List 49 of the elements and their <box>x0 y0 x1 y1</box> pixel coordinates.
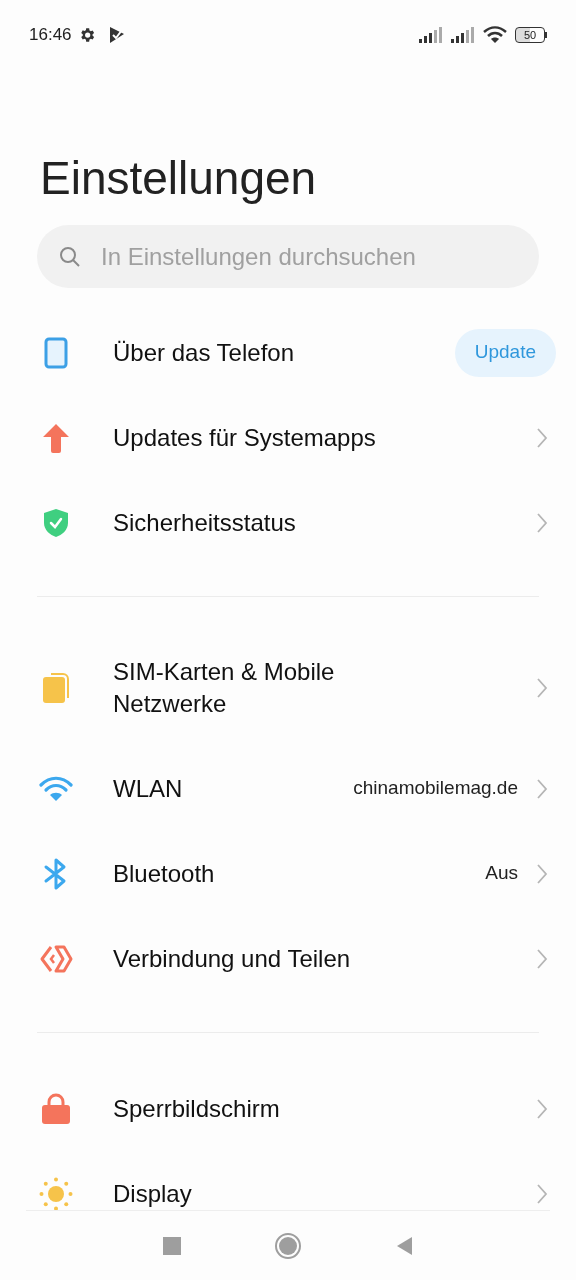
chevron-right-icon <box>536 426 548 449</box>
settings-item[interactable]: Sicherheitsstatus <box>0 480 576 565</box>
check-flag-icon <box>107 26 126 44</box>
settings-item[interactable]: WLAN chinamobilemag.de <box>0 746 576 831</box>
settings-item[interactable]: Sperrbildschirm <box>0 1066 576 1151</box>
sim-cards-icon <box>41 672 71 704</box>
item-value: Aus <box>485 861 518 886</box>
chevron-right-icon <box>536 511 548 534</box>
item-label: Bluetooth <box>113 858 216 889</box>
back-button[interactable] <box>395 1235 413 1256</box>
phone-icon <box>44 336 68 369</box>
settings-item[interactable]: Bluetooth Aus <box>0 831 576 916</box>
clock-time: 16:46 <box>29 24 72 47</box>
chevron-right-icon <box>536 1097 548 1120</box>
arrow-up-icon <box>42 422 70 453</box>
item-value: chinamobilemag.de <box>353 776 518 801</box>
home-button[interactable] <box>275 1232 301 1259</box>
shield-check-icon <box>43 507 69 538</box>
share-icon <box>39 943 73 974</box>
page-title: Einstellungen <box>39 151 318 206</box>
sun-icon <box>39 1176 73 1210</box>
settings-item[interactable]: Über das Telefon Update <box>0 310 576 395</box>
item-label: Updates für Systemapps <box>113 422 377 453</box>
settings-item[interactable]: Updates für Systemapps <box>0 395 576 480</box>
settings-item[interactable]: Verbindung und Teilen <box>0 916 576 1001</box>
signal-icon <box>419 27 443 43</box>
item-label: Über das Telefon <box>113 337 295 368</box>
chevron-right-icon <box>536 677 548 699</box>
settings-item[interactable]: SIM-Karten & Mobile Netzwerke <box>0 630 576 746</box>
lock-icon <box>41 1092 71 1125</box>
settings-item[interactable]: Display <box>0 1151 576 1210</box>
chevron-right-icon <box>536 862 548 885</box>
search-input[interactable]: In Einstellungen durchsuchen <box>101 238 517 275</box>
item-label: Sperrbildschirm <box>113 1093 281 1124</box>
item-label: SIM-Karten & Mobile Netzwerke <box>113 657 336 719</box>
item-label: Sicherheitsstatus <box>113 507 297 538</box>
chevron-right-icon <box>536 777 548 800</box>
item-label: WLAN <box>113 773 184 804</box>
item-label: Display <box>113 1178 193 1209</box>
search-field[interactable]: In Einstellungen durchsuchen <box>37 225 539 288</box>
battery-level: 50 <box>523 29 537 41</box>
recents-button[interactable] <box>163 1236 181 1255</box>
wifi-icon <box>39 775 73 802</box>
wifi-icon <box>483 26 507 44</box>
signal-icon <box>451 27 475 43</box>
item-label: Verbindung und Teilen <box>113 943 352 974</box>
chevron-right-icon <box>536 1182 548 1205</box>
chevron-right-icon <box>536 947 548 970</box>
search-icon <box>59 245 81 268</box>
